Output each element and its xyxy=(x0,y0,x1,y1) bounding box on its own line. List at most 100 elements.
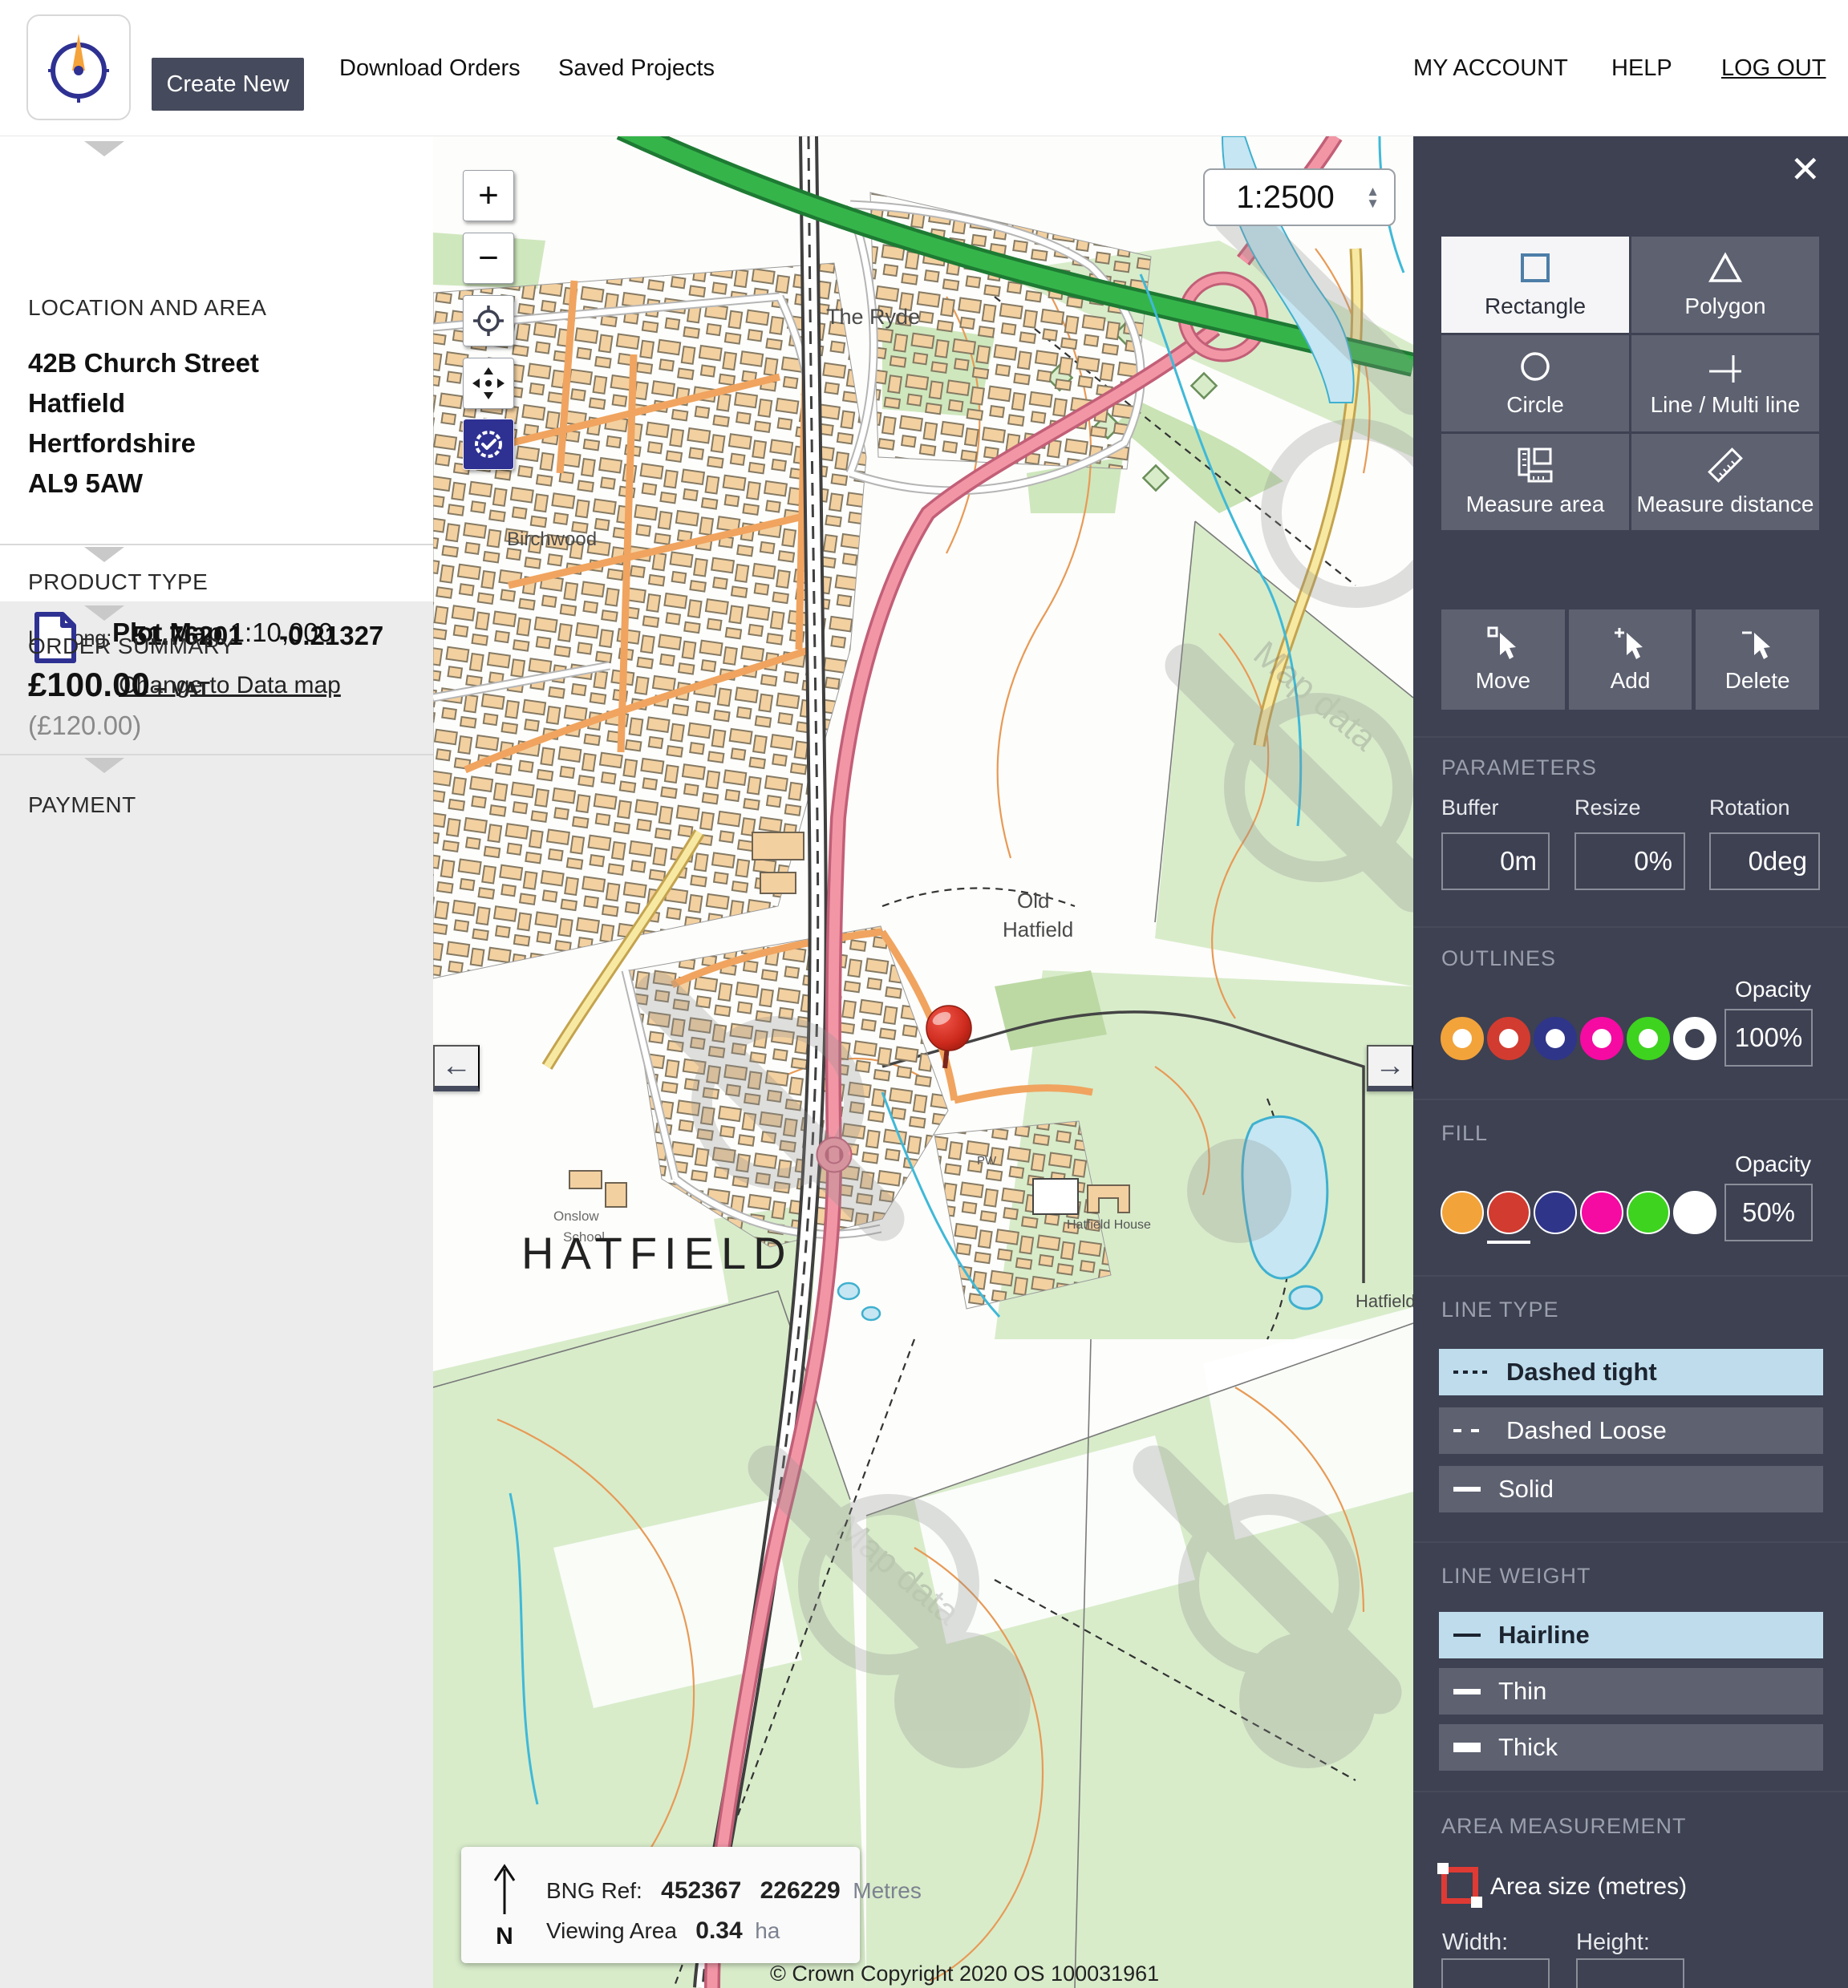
zoom-out-button[interactable]: − xyxy=(463,233,514,284)
map-canvas[interactable]: Map data Map data The Ryde Birchwood Old… xyxy=(433,136,1413,1988)
option-label: Thin xyxy=(1498,1677,1546,1706)
nav-log-out[interactable]: LOG OUT xyxy=(1721,0,1826,136)
product-section-title: PRODUCT TYPE xyxy=(28,569,208,595)
label-onslow: Onslow xyxy=(553,1209,599,1224)
add-button[interactable]: Add xyxy=(1569,609,1692,710)
scale-value: 1:2500 xyxy=(1205,180,1366,216)
tool-measure-area[interactable]: Measure area xyxy=(1441,434,1629,530)
move-arrows-icon xyxy=(472,367,505,399)
label-old: Old xyxy=(1017,889,1049,913)
line-weight-thin[interactable]: Thin xyxy=(1439,1668,1823,1715)
fill-title: FILL xyxy=(1441,1121,1488,1146)
shape-actions: Move Add Delete xyxy=(1441,609,1819,710)
action-label: Add xyxy=(1611,668,1651,694)
pan-mode-button[interactable] xyxy=(463,358,514,409)
buffer-input[interactable]: 0m xyxy=(1441,832,1550,890)
outline-swatch-magenta[interactable] xyxy=(1580,1017,1623,1060)
add-cursor-icon xyxy=(1614,626,1646,662)
outline-swatch-green[interactable] xyxy=(1627,1017,1670,1060)
line-type-solid[interactable]: Solid xyxy=(1439,1466,1823,1512)
label-hatfield-house: Hatfield House xyxy=(1067,1218,1151,1232)
order-sidebar: LOCATION AND AREA 42B Church Street Hatf… xyxy=(0,136,433,1988)
zoom-in-button[interactable]: + xyxy=(463,170,514,221)
fill-swatch-magenta[interactable] xyxy=(1580,1191,1623,1234)
outline-opacity-label: Opacity xyxy=(1735,977,1811,1002)
nav-my-account[interactable]: MY ACCOUNT xyxy=(1413,0,1568,136)
action-label: Delete xyxy=(1725,668,1790,694)
tool-label: Measure distance xyxy=(1636,492,1814,517)
delete-button[interactable]: Delete xyxy=(1696,609,1819,710)
badge-check-icon xyxy=(472,427,505,461)
nav-download-orders[interactable]: Download Orders xyxy=(339,0,521,136)
order-price: £100.00 + VAT xyxy=(28,666,210,704)
scale-select[interactable]: 1:2500 ▲▼ xyxy=(1203,168,1396,226)
action-label: Move xyxy=(1476,668,1530,694)
price-ex-vat: £100.00 xyxy=(28,666,150,703)
app-logo[interactable] xyxy=(26,14,131,120)
address-line: Hertfordshire xyxy=(28,423,196,464)
create-new-button[interactable]: Create New xyxy=(152,58,304,111)
dashed-loose-icon xyxy=(1453,1429,1489,1432)
outline-swatch-orange[interactable] xyxy=(1441,1017,1484,1060)
width-input[interactable] xyxy=(1441,1958,1550,1988)
label-hatfield-edge: Hatfield xyxy=(1356,1291,1413,1311)
fill-opacity-label: Opacity xyxy=(1735,1152,1811,1177)
line-icon xyxy=(1708,349,1743,384)
outline-swatch-white[interactable] xyxy=(1673,1017,1716,1060)
price-inc-vat: (£120.00) xyxy=(28,711,141,741)
label-the-ryde: The Ryde xyxy=(826,305,920,329)
north-indicator: N xyxy=(482,1861,527,1950)
tool-circle[interactable]: Circle xyxy=(1441,335,1629,431)
section-caret-icon[interactable] xyxy=(84,547,124,562)
fill-swatch-blue[interactable] xyxy=(1534,1191,1577,1234)
fill-swatch-red[interactable] xyxy=(1487,1191,1530,1234)
divider xyxy=(1413,1541,1848,1543)
fill-opacity-input[interactable]: 50% xyxy=(1724,1184,1813,1241)
polygon-icon xyxy=(1708,250,1743,285)
compass-icon xyxy=(43,29,115,106)
tool-polygon[interactable]: Polygon xyxy=(1631,237,1819,333)
order-summary-title: ORDER SUMMARY xyxy=(28,634,235,659)
fill-swatch-green[interactable] xyxy=(1627,1191,1670,1234)
nav-help[interactable]: HELP xyxy=(1611,0,1672,136)
scale-spinner-icons[interactable]: ▲▼ xyxy=(1366,185,1380,209)
section-caret-icon[interactable] xyxy=(84,758,124,773)
tool-line-multiline[interactable]: Line / Multi line xyxy=(1631,335,1819,431)
pan-east-button[interactable]: → xyxy=(1367,1045,1413,1091)
pan-west-button[interactable]: ← xyxy=(433,1045,480,1091)
map-copyright: © Crown Copyright 2020 OS 100031961 xyxy=(770,1962,1159,1986)
tool-grid: Rectangle Polygon Circle Line / Multi li… xyxy=(1441,237,1819,530)
divider xyxy=(0,544,433,545)
outline-opacity-input[interactable]: 100% xyxy=(1724,1009,1813,1067)
tool-label: Line / Multi line xyxy=(1651,392,1801,418)
fill-swatch-orange[interactable] xyxy=(1441,1191,1484,1234)
section-caret-icon[interactable] xyxy=(84,605,124,621)
height-input[interactable] xyxy=(1576,1958,1684,1988)
product-scale: 1:10,000 xyxy=(230,617,333,647)
bng-label: BNG Ref: xyxy=(546,1878,642,1903)
outline-swatch-red[interactable] xyxy=(1487,1017,1530,1060)
rotation-label: Rotation xyxy=(1709,796,1790,820)
option-label: Thick xyxy=(1498,1733,1558,1762)
tool-measure-distance[interactable]: Measure distance xyxy=(1631,434,1819,530)
outline-swatch-blue[interactable] xyxy=(1534,1017,1577,1060)
app-header: Create New Download Orders Saved Project… xyxy=(0,0,1848,136)
line-weight-thick[interactable]: Thick xyxy=(1439,1724,1823,1771)
resize-input[interactable]: 0% xyxy=(1574,832,1685,890)
tool-label: Polygon xyxy=(1684,294,1765,319)
move-button[interactable]: Move xyxy=(1441,609,1565,710)
rotation-input[interactable]: 0deg xyxy=(1709,832,1820,890)
section-caret-icon[interactable] xyxy=(84,141,124,156)
buffer-label: Buffer xyxy=(1441,796,1499,820)
line-type-dashed-loose[interactable]: Dashed Loose xyxy=(1439,1407,1823,1454)
close-icon[interactable]: ✕ xyxy=(1789,151,1821,188)
locate-button[interactable] xyxy=(463,295,514,346)
confirm-selection-button[interactable] xyxy=(463,419,514,470)
tool-rectangle[interactable]: Rectangle xyxy=(1441,237,1629,333)
line-weight-hairline[interactable]: Hairline xyxy=(1439,1612,1823,1658)
fill-swatch-white[interactable] xyxy=(1673,1191,1716,1234)
nav-saved-projects[interactable]: Saved Projects xyxy=(558,0,715,136)
tool-label: Rectangle xyxy=(1485,294,1586,319)
line-type-dashed-tight[interactable]: Dashed tight xyxy=(1439,1349,1823,1395)
area-size-icon xyxy=(1441,1867,1478,1904)
